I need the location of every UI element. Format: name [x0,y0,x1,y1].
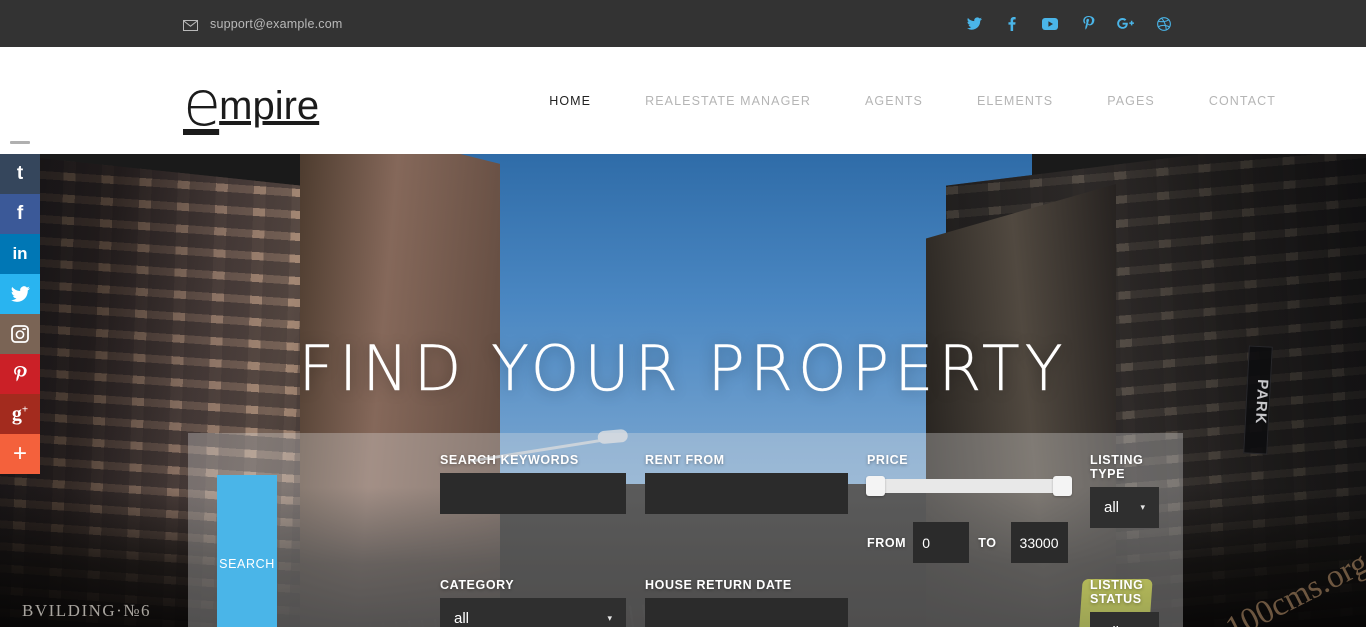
nav-item-realestate-manager[interactable]: REALESTATE MANAGER [618,94,838,108]
logo-initial: e [183,67,221,140]
top-social-links [955,9,1183,39]
field-price: PRICE FROM TO [866,453,1090,563]
listing-status-select[interactable]: all ▾ [1090,612,1159,627]
twitter-icon[interactable] [955,9,993,39]
nav-item-home[interactable]: HOME [522,94,618,108]
search-form-grid: SEARCH KEYWORDS RENT FROM PRICE FROM TO [217,453,1159,627]
price-range-slider[interactable] [866,476,1072,496]
search-submit-button[interactable]: SEARCH [217,475,277,627]
google-plus-icon: g+ [11,402,29,425]
building-number-sign: BVILDING·№6 [22,601,152,620]
instagram-share-button[interactable] [0,314,40,354]
plus-icon: + [12,440,27,467]
price-spacer [867,578,1090,627]
label-price: PRICE [867,453,909,467]
label-listing-type: LISTING TYPE [1090,453,1144,481]
label-price-from: FROM [867,535,907,550]
share-rail-collapse-handle[interactable] [0,131,40,154]
label-house-return-date: HOUSE RETURN DATE [645,578,792,592]
category-value: all [454,610,470,627]
twitter-icon [10,286,30,302]
pinterest-icon[interactable] [1069,9,1107,39]
contact-email[interactable]: support@example.com [183,17,343,31]
header-inner: e mpire HOME REALESTATE MANAGER AGENTS EL… [0,67,1366,140]
listing-type-select[interactable]: all ▾ [1090,487,1159,528]
category-select[interactable]: all ▾ [440,598,626,627]
label-rent-from: RENT FROM [645,453,725,467]
mail-icon [183,18,198,31]
pinterest-icon [13,365,27,383]
house-return-date-input[interactable] [645,598,848,627]
linkedin-icon: in [12,244,28,263]
field-rent-from: RENT FROM [645,453,867,563]
facebook-icon[interactable] [993,9,1031,39]
price-inputs-row: FROM TO [867,522,1071,563]
field-category: CATEGORY all ▾ [440,578,645,627]
more-share-button[interactable]: + [0,434,40,474]
rent-from-input[interactable] [645,473,848,514]
property-search-form: SEARCH KEYWORDS RENT FROM PRICE FROM TO [188,433,1183,627]
chevron-down-icon: ▾ [607,613,612,623]
nav-item-elements[interactable]: ELEMENTS [950,94,1080,108]
facebook-share-button[interactable]: f [0,194,40,234]
label-category: CATEGORY [440,578,515,592]
field-house-return-date: HOUSE RETURN DATE [645,578,867,627]
search-keywords-input[interactable] [440,473,626,514]
field-listing-status: LISTING STATUS all ▾ [1090,578,1178,627]
site-header: e mpire HOME REALESTATE MANAGER AGENTS EL… [0,47,1366,154]
chevron-down-icon: ▾ [1140,502,1145,512]
twitter-share-button[interactable] [0,274,40,314]
nav-item-agents[interactable]: AGENTS [838,94,950,108]
label-listing-status: LISTING STATUS [1090,578,1144,606]
label-search-keywords: SEARCH KEYWORDS [440,453,579,467]
field-listing-type: LISTING TYPE all ▾ [1090,453,1178,563]
main-navigation: HOME REALESTATE MANAGER AGENTS ELEMENTS … [522,94,1303,108]
price-slider-max-handle[interactable] [1053,476,1072,496]
top-bar: support@example.com [0,0,1366,47]
tumblr-share-button[interactable]: t [0,154,40,194]
listing-type-value: all [1104,499,1120,516]
label-price-to: TO [978,535,997,550]
hero-title: FIND YOUR PROPERTY [298,332,1068,405]
google-plus-icon[interactable] [1107,9,1145,39]
facebook-icon: f [16,203,24,224]
linkedin-share-button[interactable]: in [0,234,40,274]
top-bar-inner: support@example.com [0,9,1366,39]
price-from-input[interactable] [913,522,970,563]
pinterest-share-button[interactable] [0,354,40,394]
field-search-keywords: SEARCH KEYWORDS [440,453,645,563]
email-text: support@example.com [210,16,343,31]
nav-item-pages[interactable]: PAGES [1080,94,1182,108]
logo-text: mpire [219,84,320,128]
google-plus-share-button[interactable]: g+ [0,394,40,434]
tumblr-icon: t [16,163,24,184]
nav-item-contact[interactable]: CONTACT [1182,94,1303,108]
price-slider-min-handle[interactable] [866,476,885,496]
dribbble-icon[interactable] [1145,9,1183,39]
youtube-icon[interactable] [1031,9,1069,39]
instagram-icon [11,325,29,343]
site-logo[interactable]: e mpire [183,67,320,140]
hero-banner: PARK BVILDING·№6 FIND YOUR PROPERTY SEAR… [0,154,1366,627]
social-share-rail: t f in g+ + [0,131,40,474]
price-to-input[interactable] [1010,522,1068,563]
